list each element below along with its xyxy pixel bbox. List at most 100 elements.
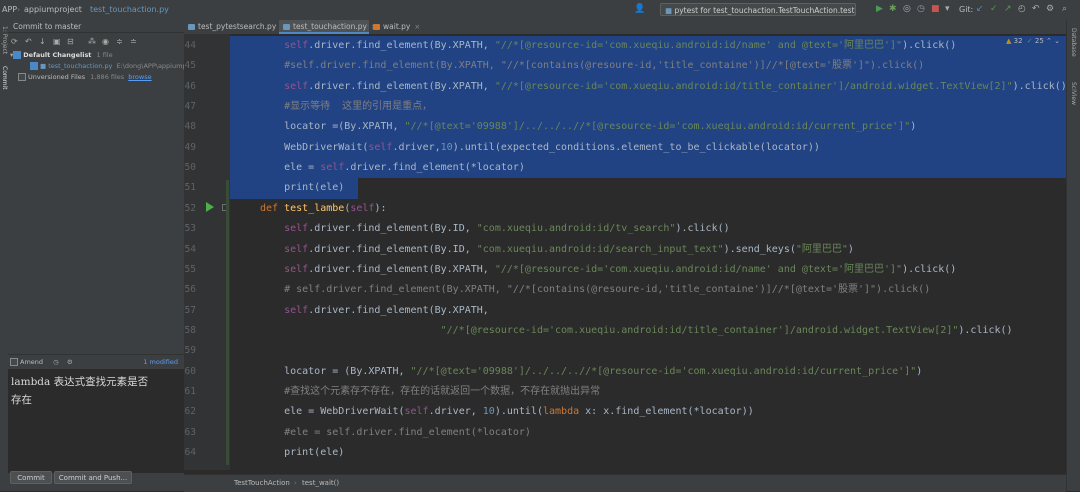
amend-label[interactable]: Amend — [20, 358, 43, 366]
close-icon[interactable]: × — [414, 23, 420, 31]
line-number: 63 — [184, 426, 196, 438]
code-token: ).click() — [902, 40, 957, 51]
code-line[interactable]: def test_lambe(self): — [260, 201, 386, 217]
code-line[interactable]: ele = WebDriverWait(self.driver, 10).unt… — [260, 404, 754, 420]
expand-all-icon[interactable]: ≑ — [116, 37, 123, 46]
breadcrumb-file[interactable]: test_touchaction.py — [90, 5, 169, 14]
code-token: .driver.find_element(By.ID, — [308, 223, 477, 235]
code-token: .driver.find_element(By.XPATH, — [308, 80, 495, 92]
history-icon[interactable]: ◴ — [1018, 4, 1026, 15]
code-token: ).click() — [902, 263, 957, 275]
more-icon[interactable]: ▾ — [945, 4, 950, 15]
breadcrumb-app[interactable]: APP — [2, 5, 17, 14]
refresh-icon[interactable]: ⟳ — [11, 37, 18, 46]
collapse-all-icon[interactable]: ≐ — [130, 37, 137, 46]
stop-icon[interactable]: ■ — [931, 4, 940, 15]
code-token: locator =(By.XPATH, — [260, 121, 405, 133]
code-line[interactable]: # self.driver.find_element(By.XPATH, "//… — [260, 282, 930, 298]
code-token: print(ele) — [260, 182, 345, 194]
code-line[interactable]: print(ele) — [260, 180, 344, 196]
code-line[interactable]: locator =(By.XPATH, "//*[@text='09988']/… — [260, 119, 916, 135]
code-line[interactable]: self.driver.find_element(By.XPATH, "//*[… — [260, 79, 1066, 95]
debug-icon[interactable]: ✱ — [889, 4, 897, 15]
commit-message-line1: lambda 表达式查找元素是否 — [11, 376, 149, 388]
code-line[interactable]: WebDriverWait(self.driver,10).until(expe… — [260, 140, 820, 156]
tab-wait[interactable]: wait.py × — [369, 20, 429, 34]
chevron-up-icon[interactable]: ⌃ — [1046, 37, 1052, 45]
line-number: 55 — [184, 263, 196, 275]
code-line[interactable]: #显示等待 这里的引用是重点， — [260, 99, 432, 115]
commit-and-push-button[interactable]: Commit and Push... — [54, 471, 132, 484]
code-token: WebDriverWait( — [260, 141, 369, 153]
modified-count[interactable]: 1 modified — [143, 355, 178, 369]
code-editor[interactable]: self.driver.find_element(By.XPATH, "//*[… — [230, 34, 1066, 470]
commit-message-input[interactable]: lambda 表达式查找元素是否 存在 — [8, 369, 184, 473]
changelist-checkbox[interactable] — [13, 51, 22, 59]
code-line[interactable]: ele = self.driver.find_element(*locator) — [260, 160, 525, 176]
warning-count: 32 — [1013, 37, 1023, 45]
code-token: .driver.find_element(*locator) — [344, 162, 525, 174]
rollback-icon[interactable]: ↶ — [1032, 4, 1040, 15]
diff-icon[interactable]: ▣ — [53, 37, 61, 46]
group-by-icon[interactable]: ⁂ — [88, 37, 96, 46]
tab-test-touchaction[interactable]: test_touchaction.py× — [279, 20, 377, 34]
code-token: .driver.find_element(By.XPATH, — [308, 263, 495, 275]
amend-checkbox[interactable] — [10, 358, 18, 366]
settings-icon[interactable]: ⚙ — [1046, 4, 1054, 15]
code-line[interactable]: #查找这个元素存不存在，存在的话就返回一个数据，不存在就抛出异常 — [260, 384, 600, 400]
code-token: locator = (By.XPATH, — [260, 365, 411, 377]
run-configuration-select[interactable]: ■ pytest for test_touchaction.TestTouchA… — [660, 3, 856, 16]
sciview-tool-tab[interactable]: SciView — [1070, 82, 1077, 105]
database-tool-tab[interactable]: Database — [1070, 28, 1077, 57]
project-tool-tab[interactable]: 1: Project — [1, 26, 8, 54]
code-token: ): — [374, 202, 387, 214]
breadcrumb-method[interactable]: test_wait() — [302, 475, 339, 492]
code-line[interactable]: #ele = self.driver.find_element(*locator… — [260, 425, 531, 441]
code-line[interactable]: #self.driver.find_element(By.XPATH, "//*… — [260, 58, 924, 74]
changed-file-row[interactable]: ■ test_touchaction.py E:\dong\APP\appium… — [30, 62, 205, 70]
default-changelist-row[interactable]: ▾ Default Changelist 1 file — [10, 51, 113, 59]
commit-tool-tab[interactable]: Commit — [1, 66, 8, 90]
commit-panel: Commit to master ⟳ ↶ ↓ ▣ ⊟ ⁂ ◉ ≑ ≐ ▾ Defa… — [8, 20, 205, 491]
run-test-icon[interactable] — [206, 201, 214, 212]
clock-icon[interactable]: ◷ — [53, 358, 59, 366]
eye-icon[interactable]: ◉ — [102, 37, 109, 46]
coverage-icon[interactable]: ◎ — [903, 4, 911, 15]
gear-icon[interactable]: ⚙ — [67, 358, 73, 366]
code-token: # self.driver.find_element(By.XPATH, "//… — [284, 284, 931, 296]
tab-test-pytestsearch[interactable]: test_pytestsearch.py× — [184, 20, 286, 34]
search-everywhere-icon[interactable]: ⌕ — [1062, 4, 1067, 15]
line-number: 49 — [184, 141, 196, 153]
file-checkbox[interactable] — [30, 62, 38, 70]
code-line[interactable]: locator = (By.XPATH, "//*[@text='09988']… — [260, 364, 922, 380]
code-line[interactable]: self.driver.find_element(By.ID, "com.xue… — [260, 242, 854, 258]
inspection-widget[interactable]: ▲ 32 ✓ 25 ⌃ ⌄ — [1006, 37, 1060, 45]
git-update-icon[interactable]: ↙ — [976, 4, 984, 15]
breadcrumb-class[interactable]: TestTouchAction — [234, 475, 290, 492]
chevron-down-icon[interactable]: ⌄ — [1054, 37, 1060, 45]
code-line[interactable]: self.driver.find_element(By.XPATH, "//*[… — [260, 38, 956, 54]
unversioned-checkbox[interactable] — [18, 73, 26, 81]
code-line[interactable]: "//*[@resource-id='com.xueqiu.android:id… — [260, 323, 1013, 339]
user-icon[interactable]: 👤 — [634, 4, 645, 15]
browse-link[interactable]: browse — [128, 73, 151, 81]
commit-panel-tab[interactable]: Commit to master — [8, 20, 184, 33]
shelve-icon[interactable]: ⊟ — [67, 37, 74, 46]
unversioned-files-row[interactable]: Unversioned Files 1,886 files browse — [18, 73, 152, 81]
rollback-changes-icon[interactable]: ↶ — [25, 37, 32, 46]
commit-button[interactable]: Commit — [10, 471, 52, 484]
run-icon[interactable]: ▶ — [876, 4, 883, 15]
profile-icon[interactable]: ◷ — [917, 4, 925, 15]
update-icon[interactable]: ↓ — [39, 37, 46, 46]
code-line[interactable]: print(ele) — [260, 445, 344, 461]
breadcrumb-project[interactable]: appiumproject — [24, 5, 82, 14]
code-token: "//*[@resource-id='com.xueqiu.android:id… — [494, 40, 903, 51]
git-push-icon[interactable]: ↗ — [1004, 4, 1012, 15]
code-line[interactable]: self.driver.find_element(By.XPATH, — [260, 303, 489, 319]
git-commit-icon[interactable]: ✓ — [990, 4, 998, 15]
code-line[interactable]: self.driver.find_element(By.ID, "com.xue… — [260, 221, 730, 237]
code-line[interactable]: self.driver.find_element(By.XPATH, "//*[… — [260, 262, 956, 278]
